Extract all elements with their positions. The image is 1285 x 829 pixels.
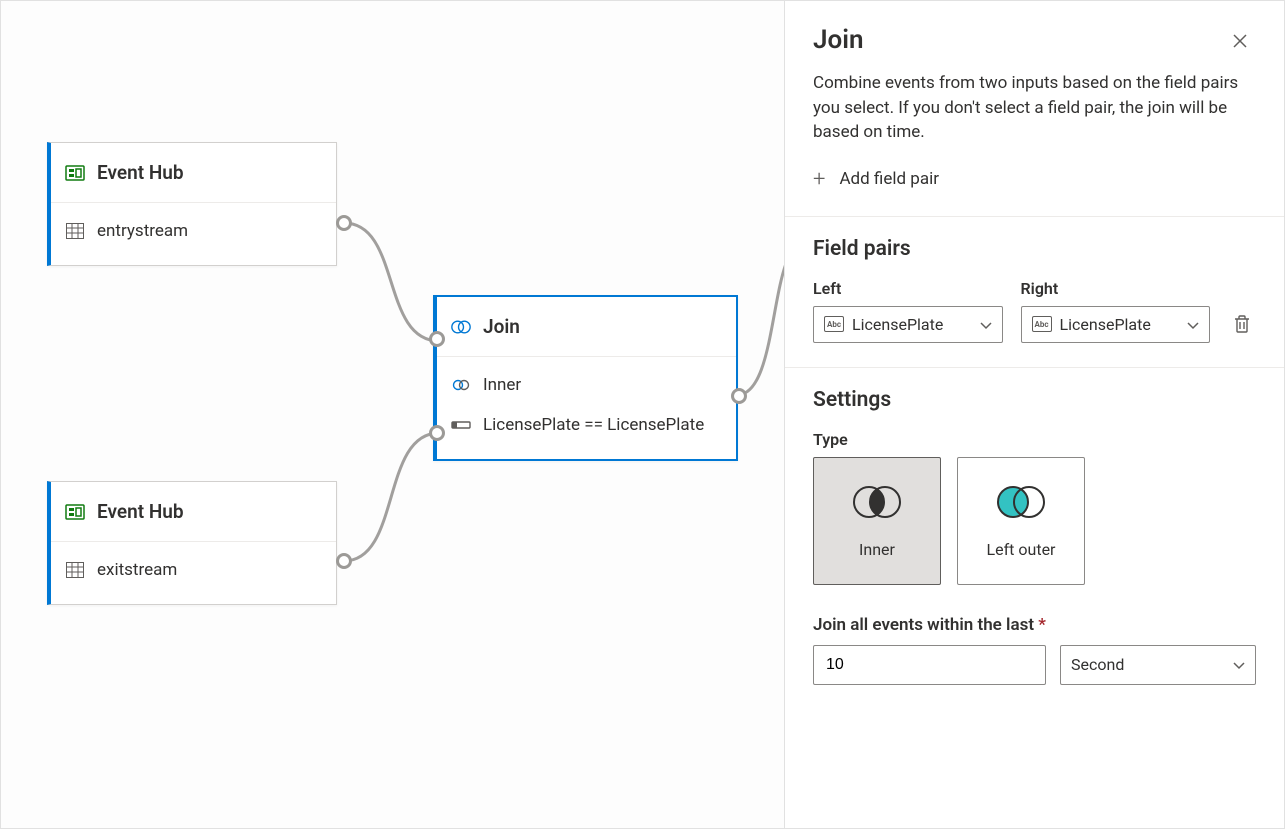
- properties-panel: Join Combine events from two inputs base…: [784, 1, 1284, 828]
- left-label: Left: [813, 279, 1003, 298]
- venn-left-outer-icon: [991, 482, 1051, 526]
- join-window-value-input[interactable]: [813, 645, 1046, 685]
- port-input[interactable]: [429, 425, 445, 441]
- required-asterisk: *: [1038, 615, 1046, 635]
- join-window-row: Second: [813, 645, 1256, 685]
- type-option-label: Left outer: [987, 540, 1056, 559]
- chevron-down-icon: [1233, 655, 1245, 674]
- canvas[interactable]: Event Hub entrystream Event Hub: [1, 1, 784, 828]
- settings-title: Settings: [813, 388, 1256, 412]
- close-icon: [1233, 34, 1247, 48]
- left-column: Left Abc LicensePlate: [813, 279, 1003, 343]
- venn-inner-icon: [847, 482, 907, 526]
- join-window-label: Join all events within the last *: [813, 615, 1256, 635]
- close-button[interactable]: [1224, 25, 1256, 57]
- trash-icon: [1233, 314, 1251, 334]
- join-window-unit-dropdown[interactable]: Second: [1060, 645, 1256, 685]
- port-output[interactable]: [731, 388, 747, 404]
- divider: [785, 216, 1284, 217]
- field-pairs-title: Field pairs: [813, 237, 1256, 261]
- app-frame: Event Hub entrystream Event Hub: [0, 0, 1285, 829]
- edges-layer: [1, 1, 784, 828]
- panel-title: Join: [813, 25, 863, 55]
- right-column: Right Abc LicensePlate: [1021, 279, 1211, 343]
- right-field-value: LicensePlate: [1060, 315, 1151, 334]
- delete-pair-button[interactable]: [1228, 305, 1256, 343]
- right-label: Right: [1021, 279, 1211, 298]
- left-field-dropdown[interactable]: Abc LicensePlate: [813, 306, 1003, 343]
- add-field-pair-label: Add field pair: [839, 169, 939, 189]
- divider: [785, 367, 1284, 368]
- type-options: Inner Left outer: [813, 457, 1256, 585]
- type-option-inner[interactable]: Inner: [813, 457, 941, 585]
- port-output[interactable]: [336, 553, 352, 569]
- panel-header: Join: [813, 25, 1256, 57]
- port-output[interactable]: [336, 215, 352, 231]
- type-option-label: Inner: [859, 540, 895, 559]
- add-field-pair-button[interactable]: + Add field pair: [813, 167, 939, 192]
- plus-icon: +: [813, 167, 825, 192]
- right-field-dropdown[interactable]: Abc LicensePlate: [1021, 306, 1211, 343]
- type-label: Type: [813, 430, 1256, 449]
- string-type-icon: Abc: [1032, 316, 1052, 332]
- left-field-value: LicensePlate: [852, 315, 943, 334]
- field-pair-row: Left Abc LicensePlate Right Abc Lic: [813, 279, 1256, 343]
- type-option-left-outer[interactable]: Left outer: [957, 457, 1085, 585]
- string-type-icon: Abc: [824, 316, 844, 332]
- port-input[interactable]: [429, 331, 445, 347]
- panel-description: Combine events from two inputs based on …: [813, 71, 1256, 145]
- chevron-down-icon: [1187, 315, 1199, 334]
- chevron-down-icon: [980, 315, 992, 334]
- join-window-unit-value: Second: [1071, 655, 1124, 674]
